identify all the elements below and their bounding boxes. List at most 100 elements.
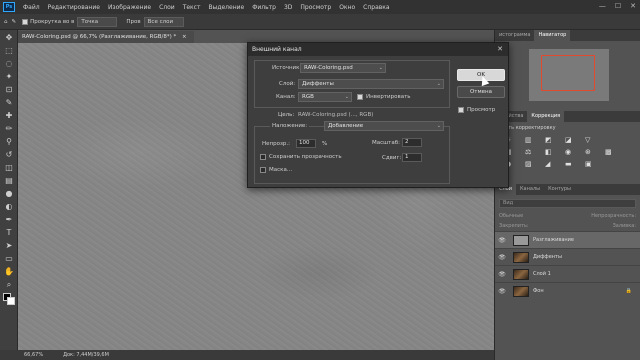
layer-select[interactable]: Диффенты ⌄ bbox=[298, 79, 444, 89]
menu-help[interactable]: Справка bbox=[359, 4, 393, 11]
invert-checkbox[interactable] bbox=[357, 94, 363, 100]
mask-label: Маска... bbox=[269, 167, 293, 173]
blend-mode-select[interactable]: Обычные bbox=[499, 213, 523, 219]
brush-tool-icon[interactable]: ✏ bbox=[4, 124, 14, 134]
type-tool-icon[interactable]: T bbox=[4, 228, 14, 238]
move-tool-icon[interactable]: ✥ bbox=[4, 33, 14, 43]
shape-tool-icon[interactable]: ▭ bbox=[4, 254, 14, 264]
levels-icon[interactable]: ▥ bbox=[525, 136, 539, 144]
menu-bar: Ps Файл Редактирование Изображение Слои … bbox=[0, 0, 640, 14]
selective-color-icon[interactable]: ▣ bbox=[585, 160, 599, 168]
blending-select[interactable]: Добавление ⌄ bbox=[324, 121, 444, 131]
tab-histogram[interactable]: истограмма bbox=[495, 30, 534, 41]
sample-size-select[interactable]: Точка bbox=[77, 16, 118, 27]
blur-tool-icon[interactable]: ● bbox=[4, 189, 14, 199]
hand-tool-icon[interactable]: ✋ bbox=[4, 267, 14, 277]
source-select[interactable]: RAW-Coloring.psd ⌄ bbox=[300, 63, 386, 73]
navigator-panel bbox=[495, 41, 640, 111]
navigator-view-frame[interactable] bbox=[541, 55, 595, 91]
gradient-map-icon[interactable]: ▬ bbox=[565, 160, 579, 168]
history-brush-tool-icon[interactable]: ↺ bbox=[4, 150, 14, 160]
exposure-icon[interactable]: ◪ bbox=[565, 136, 579, 144]
preview-label: Просмотр bbox=[467, 107, 496, 113]
threshold-icon[interactable]: ◢ bbox=[545, 160, 559, 168]
curves-icon[interactable]: ◩ bbox=[545, 136, 559, 144]
tab-adjustments[interactable]: Коррекция bbox=[527, 111, 565, 122]
eyedropper-tool-icon[interactable]: ✎ bbox=[4, 98, 14, 108]
photo-filter-icon[interactable]: ◉ bbox=[565, 148, 579, 156]
healing-brush-tool-icon[interactable]: ✚ bbox=[4, 111, 14, 121]
background-color-swatch[interactable] bbox=[7, 297, 15, 305]
lasso-tool-icon[interactable]: ◌ bbox=[4, 59, 14, 69]
menu-image[interactable]: Изображение bbox=[104, 4, 155, 11]
eye-icon[interactable]: 👁 bbox=[495, 288, 509, 295]
color-swatches[interactable] bbox=[3, 293, 17, 309]
color-balance-icon[interactable]: ⚖ bbox=[525, 148, 539, 156]
options-bar: ⌂ ✎ Прокрутка во в Точка Пров Все слои bbox=[0, 14, 640, 30]
marquee-tool-icon[interactable]: ⬚ bbox=[4, 46, 14, 56]
menu-view[interactable]: Просмотр bbox=[296, 4, 335, 11]
dialog-close-icon[interactable]: ✕ bbox=[497, 43, 503, 56]
menu-window[interactable]: Окно bbox=[335, 4, 359, 11]
auto-scroll-checkbox[interactable] bbox=[22, 18, 29, 25]
close-window-button[interactable]: ✕ bbox=[630, 2, 636, 10]
chevron-down-icon: ⌄ bbox=[436, 123, 441, 129]
menu-type[interactable]: Текст bbox=[179, 4, 205, 11]
dodge-tool-icon[interactable]: ◐ bbox=[4, 202, 14, 212]
navigator-tabs: истограмма Навигатор bbox=[495, 30, 640, 41]
mask-checkbox[interactable] bbox=[260, 167, 266, 173]
cancel-button[interactable]: Отмена bbox=[457, 86, 505, 98]
offset-input[interactable]: 1 bbox=[402, 153, 422, 162]
layer-row-differences[interactable]: 👁 Диффенты bbox=[495, 248, 640, 265]
source-value: RAW-Coloring.psd bbox=[304, 65, 353, 71]
color-lookup-icon[interactable]: ▩ bbox=[605, 148, 619, 156]
layers-filter-input[interactable]: Вид bbox=[499, 199, 636, 208]
chevron-down-icon: ⌄ bbox=[378, 65, 383, 71]
path-selection-tool-icon[interactable]: ➤ bbox=[4, 241, 14, 251]
pen-tool-icon[interactable]: ✒ bbox=[4, 215, 14, 225]
menu-filter[interactable]: Фильтр bbox=[248, 4, 280, 11]
sample-layers-select[interactable]: Все слои bbox=[143, 16, 184, 27]
channel-mixer-icon[interactable]: ⊛ bbox=[585, 148, 599, 156]
menu-layers[interactable]: Слои bbox=[155, 4, 179, 11]
zoom-tool-icon[interactable]: ⌕ bbox=[4, 280, 14, 290]
invert-label: Инвертировать bbox=[366, 94, 411, 100]
black-white-icon[interactable]: ◧ bbox=[545, 148, 559, 156]
gradient-tool-icon[interactable]: ▤ bbox=[4, 176, 14, 186]
layer-row-background[interactable]: 👁 Фон 🔒 bbox=[495, 282, 640, 299]
document-close-icon[interactable]: × bbox=[182, 34, 187, 40]
clone-stamp-tool-icon[interactable]: ⚲ bbox=[4, 137, 14, 147]
tab-paths[interactable]: Контуры bbox=[544, 184, 575, 195]
preserve-transparency-checkbox[interactable] bbox=[260, 154, 266, 160]
minimize-button[interactable]: — bbox=[599, 2, 606, 10]
vibrance-icon[interactable]: ▽ bbox=[585, 136, 599, 144]
opacity-input[interactable]: 100 bbox=[296, 139, 316, 148]
maximize-button[interactable]: ☐ bbox=[615, 2, 621, 10]
tab-channels[interactable]: Каналы bbox=[516, 184, 544, 195]
doc-size[interactable]: Док: 7,44M/39,6M bbox=[63, 350, 109, 360]
layer-row-layer1[interactable]: 👁 Слой 1 bbox=[495, 265, 640, 282]
eye-icon[interactable]: 👁 bbox=[495, 237, 509, 244]
tab-navigator[interactable]: Навигатор bbox=[534, 30, 571, 41]
eyedropper-icon[interactable]: ✎ bbox=[12, 19, 17, 25]
posterize-icon[interactable]: ▨ bbox=[525, 160, 539, 168]
scale-input[interactable]: 2 bbox=[402, 138, 422, 147]
layer-row-smoothing[interactable]: 👁 Разглаживание bbox=[495, 231, 640, 248]
menu-file[interactable]: Файл bbox=[19, 4, 44, 11]
eye-icon[interactable]: 👁 bbox=[495, 254, 509, 261]
zoom-level[interactable]: 66,67% bbox=[24, 350, 43, 360]
eye-icon[interactable]: 👁 bbox=[495, 271, 509, 278]
document-tab[interactable]: RAW-Coloring.psd @ 66,7% (Разглаживание,… bbox=[18, 31, 194, 43]
menu-select[interactable]: Выделение bbox=[204, 4, 248, 11]
menu-edit[interactable]: Редактирование bbox=[44, 4, 104, 11]
status-bar: 66,67% Док: 7,44M/39,6M bbox=[0, 350, 494, 360]
magic-wand-tool-icon[interactable]: ✦ bbox=[4, 72, 14, 82]
source-label: Источник: bbox=[272, 65, 302, 71]
preview-checkbox[interactable] bbox=[458, 107, 464, 113]
menu-3d[interactable]: 3D bbox=[280, 4, 296, 11]
channel-select[interactable]: RGB ⌄ bbox=[298, 92, 352, 102]
preserve-transparency-label: Сохранить прозрачность bbox=[269, 154, 342, 160]
home-icon[interactable]: ⌂ bbox=[4, 19, 8, 25]
eraser-tool-icon[interactable]: ◫ bbox=[4, 163, 14, 173]
crop-tool-icon[interactable]: ⊡ bbox=[4, 85, 14, 95]
